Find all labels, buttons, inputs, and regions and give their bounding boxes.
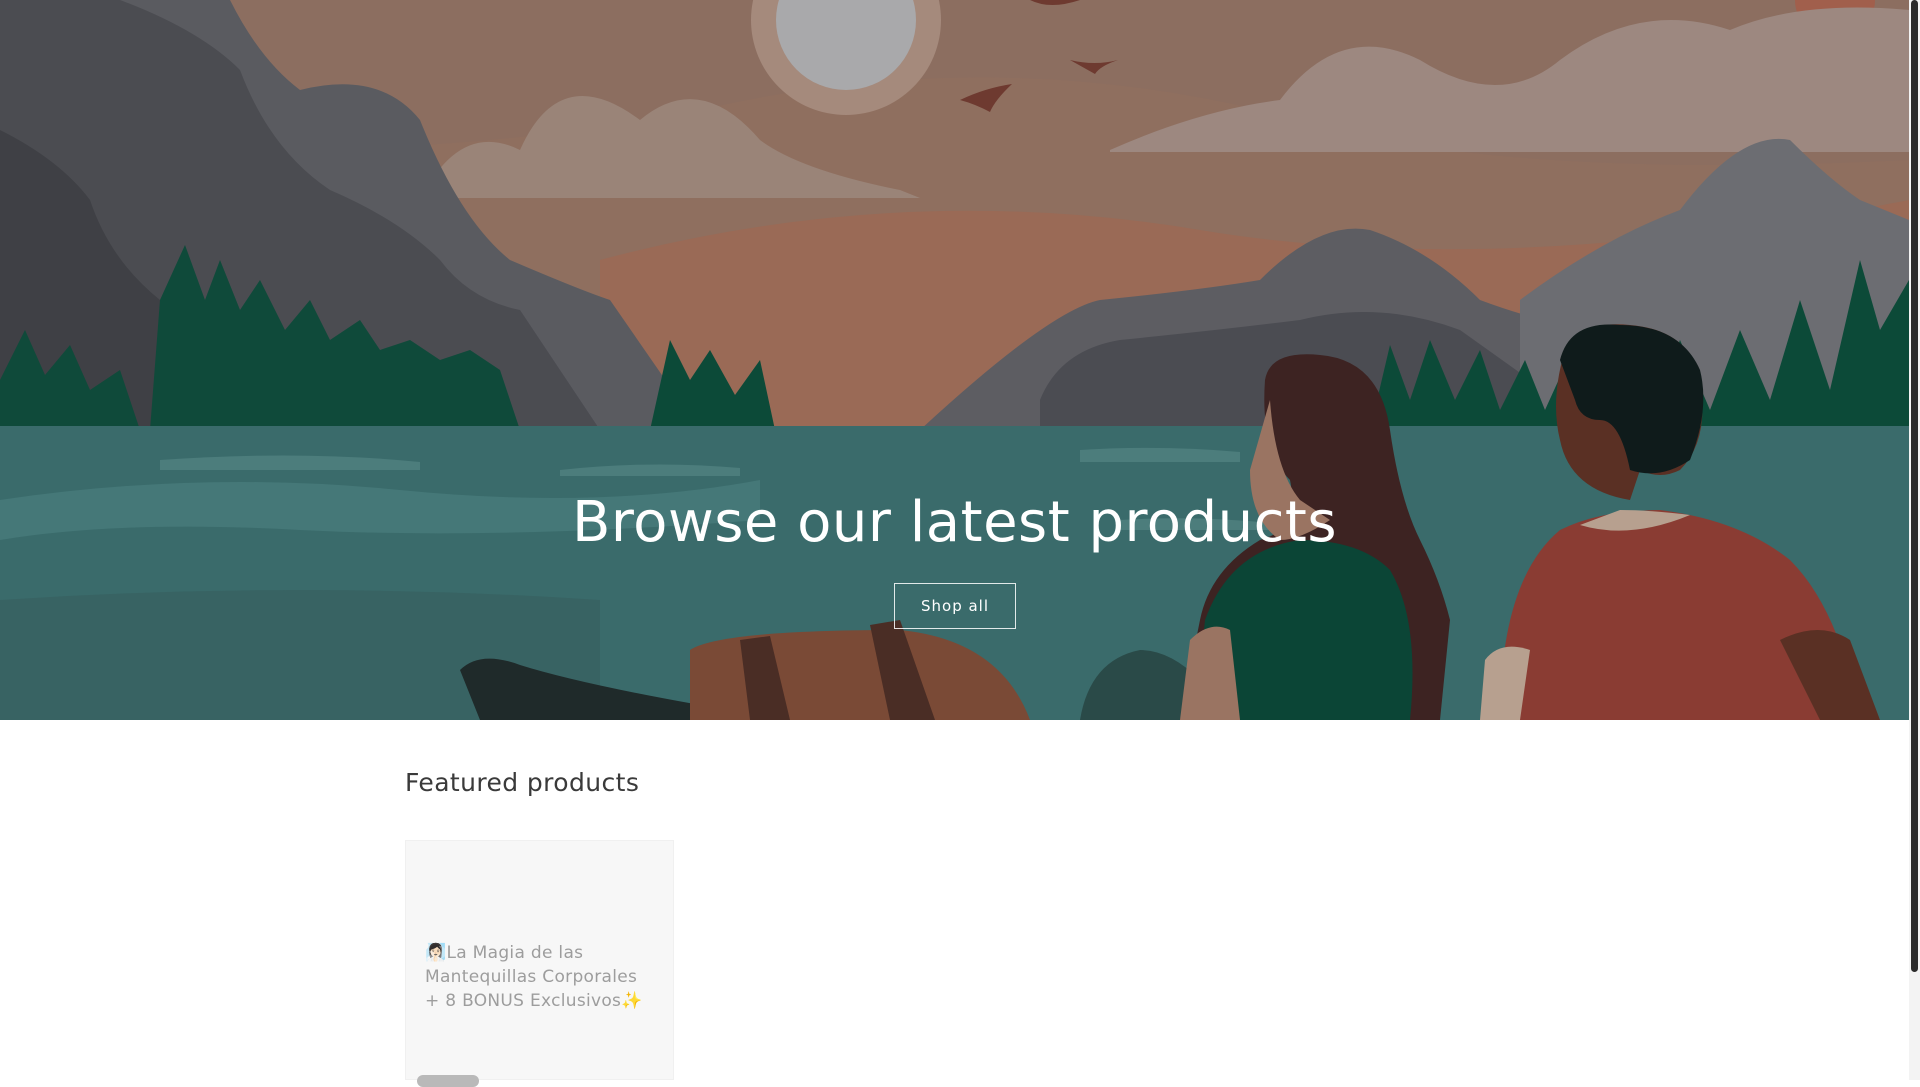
scrollbar-thumb[interactable] xyxy=(1911,0,1918,972)
product-title[interactable]: 🧖🏻‍♀️La Magia de las Mantequillas Corpor… xyxy=(425,941,657,1013)
featured-products-heading: Featured products xyxy=(405,768,640,797)
product-card[interactable]: 🧖🏻‍♀️La Magia de las Mantequillas Corpor… xyxy=(405,840,674,1087)
hero-title: Browse our latest products xyxy=(571,490,1338,555)
shop-all-button[interactable]: Shop all xyxy=(894,583,1016,629)
hero-content: Browse our latest products Shop all xyxy=(0,0,1909,720)
product-badge xyxy=(417,1075,479,1087)
hero-banner: Browse our latest products Shop all xyxy=(0,0,1909,720)
